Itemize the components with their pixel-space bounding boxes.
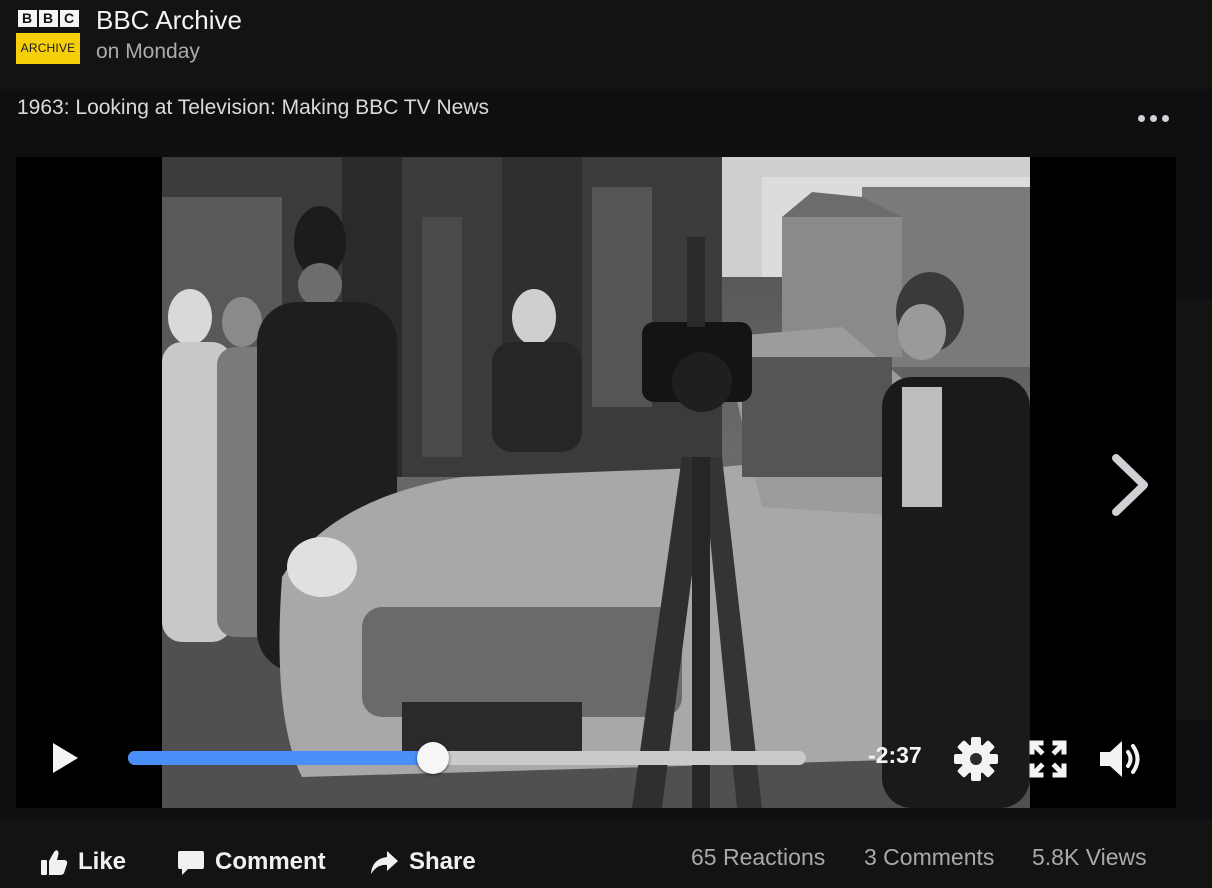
bbc-wordmark: B B C: [16, 6, 80, 30]
progress-bar[interactable]: [128, 742, 806, 774]
like-label: Like: [78, 848, 127, 875]
thumbs-up-icon: [41, 850, 68, 875]
logo-letter: C: [59, 9, 79, 27]
logo-letter: B: [38, 9, 58, 27]
logo-letter: B: [17, 9, 37, 27]
video-still: [162, 157, 1030, 808]
fullscreen-icon[interactable]: [1028, 739, 1068, 779]
reactions-count[interactable]: 65 Reactions: [691, 844, 825, 871]
like-button[interactable]: Like: [40, 842, 126, 882]
post-title: 1963: Looking at Television: Making BBC …: [17, 96, 489, 119]
post-footer: Like Comment Share 65 Reactions 3 Commen…: [0, 820, 1212, 888]
time-remaining: -2:37: [868, 742, 922, 768]
dot: [1162, 114, 1169, 122]
comment-icon: [178, 851, 204, 875]
archive-label: ARCHIVE: [16, 33, 80, 64]
comments-count[interactable]: 3 Comments: [864, 844, 994, 871]
comment-button[interactable]: Comment: [177, 842, 326, 882]
share-label: Share: [409, 848, 476, 875]
post-timestamp[interactable]: on Monday: [96, 40, 200, 64]
progress-handle[interactable]: [417, 742, 450, 774]
player-controls: -2:37: [16, 717, 1176, 808]
share-button[interactable]: Share: [369, 842, 476, 882]
chevron-right-icon[interactable]: [1104, 450, 1154, 520]
page-logo[interactable]: B B C ARCHIVE: [16, 6, 80, 64]
gear-icon[interactable]: [953, 736, 999, 782]
video-player[interactable]: -2:37: [16, 157, 1176, 808]
video-post: B B C ARCHIVE BBC Archive on Monday 1963…: [0, 0, 1212, 888]
video-frame: [162, 157, 1030, 808]
dot: [1150, 114, 1157, 122]
page-name-link[interactable]: BBC Archive: [96, 5, 242, 36]
progress-fill: [128, 751, 434, 765]
views-count[interactable]: 5.8K Views: [1032, 844, 1147, 871]
dot: [1138, 114, 1145, 122]
play-icon[interactable]: [50, 741, 80, 775]
more-options-icon[interactable]: [1138, 108, 1174, 128]
volume-icon[interactable]: [1098, 737, 1146, 781]
comment-label: Comment: [215, 848, 326, 875]
share-icon: [371, 851, 398, 874]
